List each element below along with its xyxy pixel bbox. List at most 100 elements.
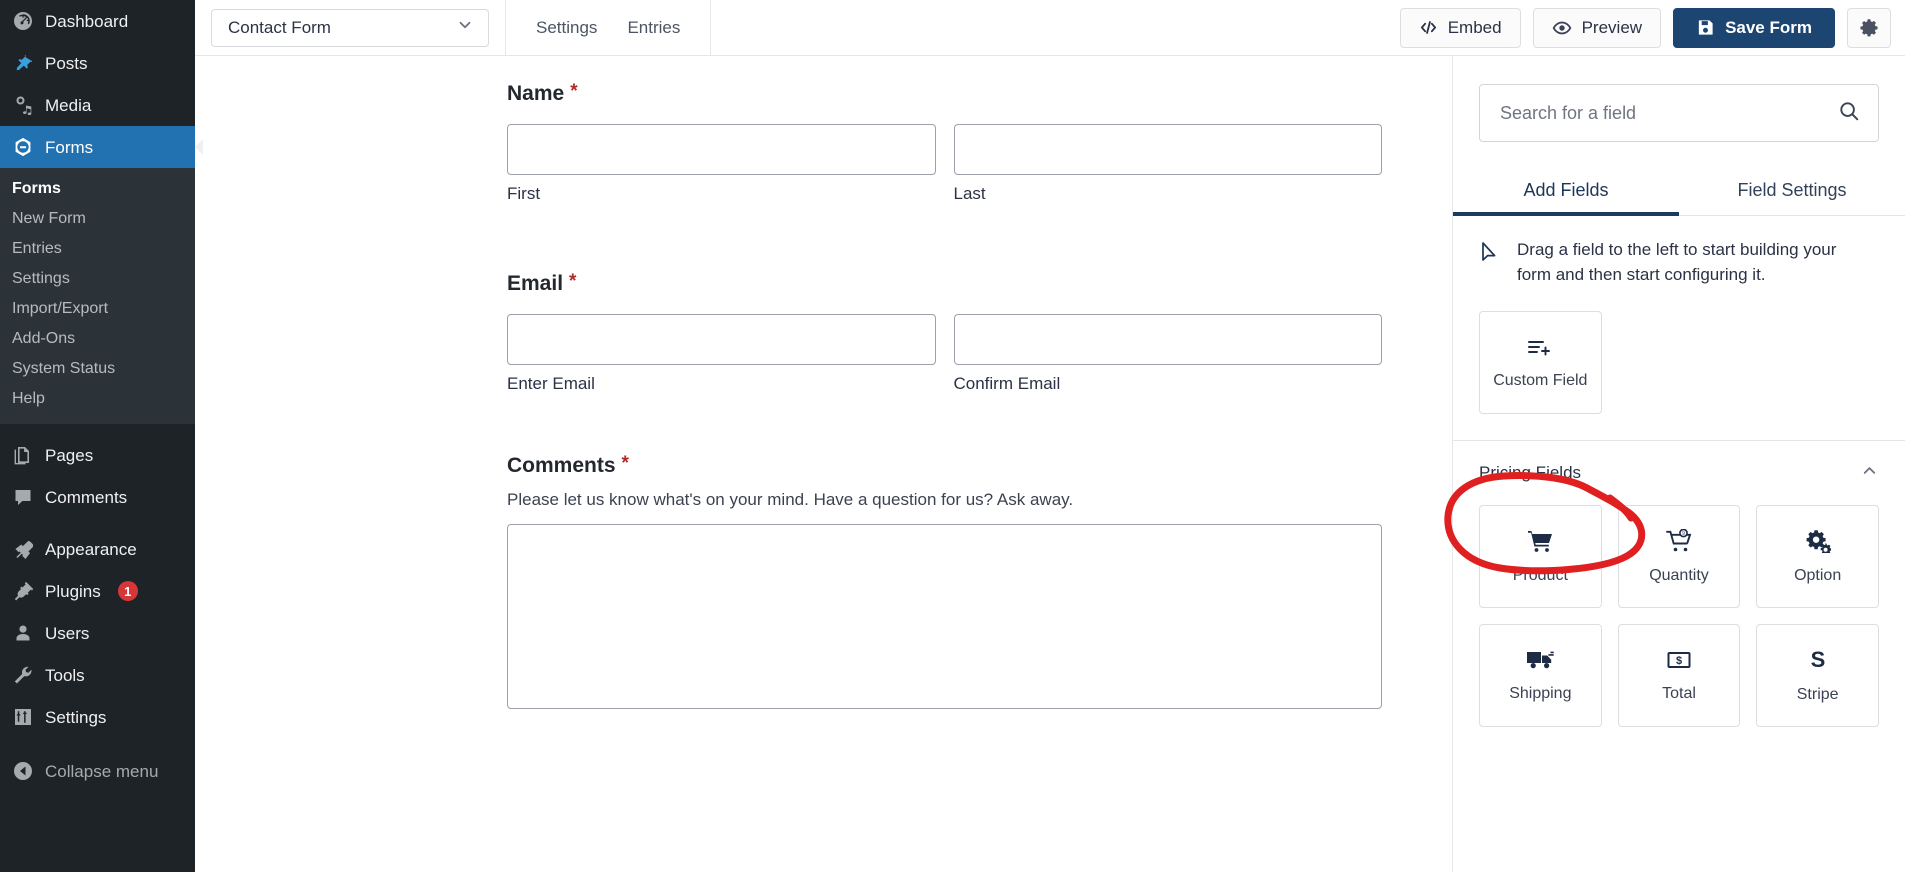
submenu-item-import-export[interactable]: Import/Export: [0, 294, 195, 324]
sidebar-item-posts[interactable]: Posts: [0, 42, 195, 84]
pricing-fields-title: Pricing Fields: [1479, 463, 1582, 483]
sidebar-item-users[interactable]: Users: [0, 612, 195, 654]
save-disk-icon: [1696, 18, 1715, 37]
field-library-panel: Add Fields Field Settings Drag a field t…: [1452, 56, 1905, 872]
sidebar-item-pages[interactable]: Pages: [0, 434, 195, 476]
submenu-item-add-ons[interactable]: Add-Ons: [0, 324, 195, 354]
chevron-down-icon: [456, 16, 474, 39]
field-card-shipping[interactable]: Shipping: [1479, 624, 1602, 728]
sidebar-item-tools[interactable]: Tools: [0, 654, 195, 696]
field-card-quantity[interactable]: 9 Quantity: [1617, 505, 1741, 609]
embed-button-label: Embed: [1447, 17, 1502, 37]
email-inputs-row: Enter Email Confirm Email: [507, 314, 1382, 394]
form-switcher-select[interactable]: Contact Form: [211, 8, 489, 47]
chevron-up-icon[interactable]: [1860, 461, 1879, 485]
editor-toolbar: Contact Form Settings Entries Embed Prev…: [195, 0, 1905, 56]
stripe-s-icon: S: [1806, 648, 1830, 672]
search-input[interactable]: [1500, 102, 1838, 124]
plugins-update-badge: 1: [117, 581, 138, 601]
field-card-stripe[interactable]: S Stripe: [1756, 624, 1879, 728]
tools-wrench-icon: [12, 664, 34, 686]
svg-text:$: $: [1676, 655, 1682, 667]
submenu-item-system-status[interactable]: System Status: [0, 354, 195, 384]
name-inputs-row: First Last: [507, 124, 1382, 204]
submenu-item-help[interactable]: Help: [0, 384, 195, 414]
save-form-button[interactable]: Save Form: [1673, 7, 1835, 48]
sidebar-item-media[interactable]: Media: [0, 84, 195, 126]
field-card-total[interactable]: $ Total: [1617, 624, 1741, 728]
field-label-text: Email: [507, 272, 564, 295]
sidebar-item-label: Comments: [45, 487, 128, 507]
sidebar-item-appearance[interactable]: Appearance: [0, 528, 195, 570]
field-card-label: Option: [1794, 566, 1842, 584]
submenu-item-new-form[interactable]: New Form: [0, 204, 195, 234]
collapse-menu-button[interactable]: Collapse menu: [0, 750, 195, 792]
money-total-icon: $: [1667, 649, 1691, 671]
field-card-custom-field[interactable]: Custom Field: [1479, 311, 1602, 415]
field-search-wrap: [1453, 56, 1905, 142]
tab-field-settings[interactable]: Field Settings: [1679, 168, 1905, 215]
tab-entries[interactable]: Entries: [625, 15, 682, 40]
tab-add-fields[interactable]: Add Fields: [1453, 168, 1679, 216]
pricing-fields-section-header[interactable]: Pricing Fields: [1453, 440, 1905, 505]
embed-button[interactable]: Embed: [1399, 7, 1521, 48]
field-card-product[interactable]: Product: [1479, 505, 1602, 609]
form-settings-gear-button[interactable]: [1847, 7, 1891, 48]
last-name-input[interactable]: [953, 124, 1382, 175]
sidebar-item-plugins[interactable]: Plugins 1: [0, 570, 195, 612]
form-canvas[interactable]: Name * First Last Email * Enter Email Co…: [195, 56, 1452, 872]
email-enter-col: Enter Email: [507, 314, 936, 394]
sidebar-item-dashboard[interactable]: Dashboard: [0, 0, 195, 42]
confirm-email-input[interactable]: [953, 314, 1382, 365]
comments-icon: [12, 486, 34, 508]
field-card-label: Quantity: [1649, 566, 1709, 584]
editor-body: Name * First Last Email * Enter Email Co…: [195, 56, 1905, 872]
search-box[interactable]: [1479, 84, 1879, 142]
first-name-input[interactable]: [507, 124, 936, 175]
form-field-list: Name * First Last Email * Enter Email Co…: [195, 56, 1452, 709]
preview-button-label: Preview: [1581, 17, 1643, 37]
posts-pin-icon: [12, 52, 34, 74]
form-field-name[interactable]: Name * First Last: [507, 82, 1382, 204]
field-card-option[interactable]: Option: [1756, 505, 1879, 609]
sidebar-item-label: Appearance: [45, 539, 137, 559]
first-name-sublabel: First: [507, 184, 541, 203]
field-card-label: Shipping: [1509, 684, 1572, 702]
comments-textarea[interactable]: [507, 524, 1382, 709]
form-field-email[interactable]: Email * Enter Email Confirm Email: [507, 272, 1382, 394]
sidebar-item-forms[interactable]: Forms: [0, 126, 203, 168]
field-label-text: Name: [507, 82, 565, 105]
drag-hint: Drag a field to the left to start buildi…: [1453, 216, 1905, 311]
field-label-comments: Comments *: [507, 454, 1382, 478]
sidebar-item-label: Posts: [45, 53, 88, 73]
drag-hint-text: Drag a field to the left to start buildi…: [1517, 240, 1837, 284]
toolbar-tabs: Settings Entries: [506, 0, 712, 55]
cursor-arrow-icon: [1479, 241, 1501, 268]
gears-icon: [1805, 529, 1831, 553]
dashboard-icon: [12, 10, 34, 32]
submenu-item-forms[interactable]: Forms: [0, 174, 195, 204]
sidebar-item-label: Forms: [45, 137, 94, 157]
email-input[interactable]: [507, 314, 936, 365]
sidebar-item-label: Tools: [45, 665, 85, 685]
eye-preview-icon: [1552, 18, 1572, 38]
toolbar-left-group: Contact Form: [195, 0, 506, 55]
save-form-button-label: Save Form: [1725, 17, 1812, 37]
comments-description: Please let us know what's on your mind. …: [507, 490, 1074, 509]
forms-submenu: Forms New Form Entries Settings Import/E…: [0, 168, 195, 424]
email-confirm-col: Confirm Email: [953, 314, 1382, 394]
preview-button[interactable]: Preview: [1532, 7, 1662, 48]
sidebar-item-label: Dashboard: [45, 11, 129, 31]
field-gap-2: [507, 394, 1382, 454]
tab-settings[interactable]: Settings: [534, 15, 599, 40]
form-field-comments[interactable]: Comments * Please let us know what's on …: [507, 454, 1382, 709]
field-label-text: Comments: [507, 454, 616, 477]
wp-admin-sidebar: Dashboard Posts Media Forms Forms New Fo…: [0, 0, 203, 872]
search-icon[interactable]: [1838, 100, 1860, 127]
panel-tabs: Add Fields Field Settings: [1453, 168, 1905, 216]
submenu-item-settings[interactable]: Settings: [0, 264, 195, 294]
submenu-item-entries[interactable]: Entries: [0, 234, 195, 264]
field-card-label: Stripe: [1796, 685, 1839, 703]
sidebar-item-comments[interactable]: Comments: [0, 476, 195, 518]
sidebar-item-settings[interactable]: Settings: [0, 696, 195, 738]
